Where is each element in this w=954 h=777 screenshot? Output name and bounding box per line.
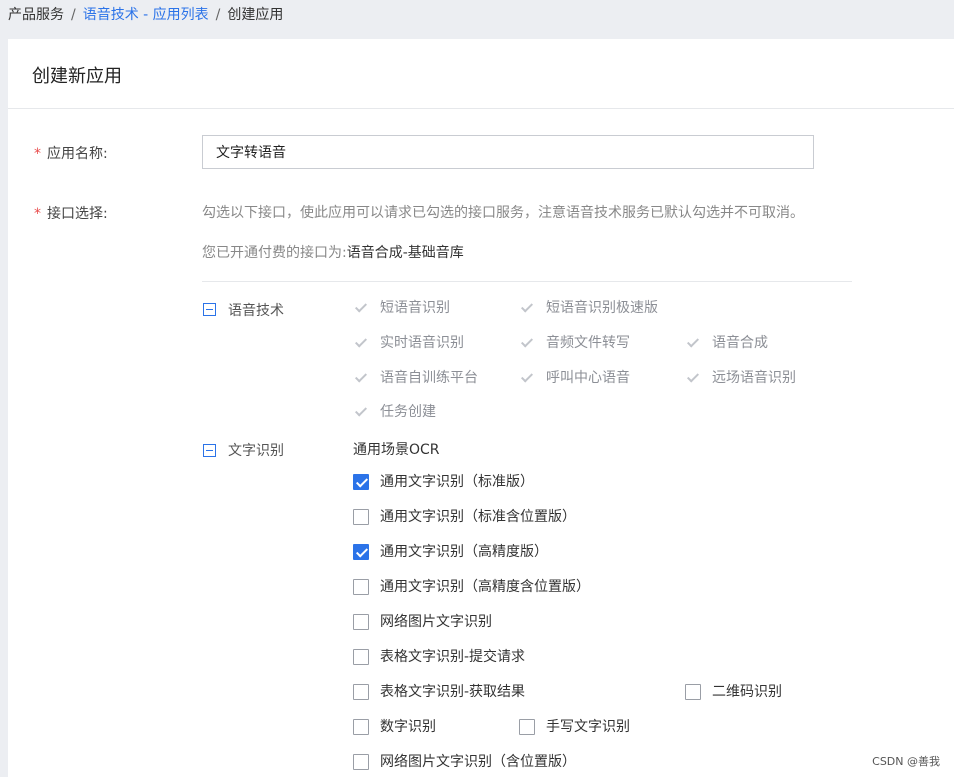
option-label: 短语音识别极速版: [546, 300, 658, 316]
breadcrumb-parent-link[interactable]: 语音技术 - 应用列表: [83, 7, 209, 23]
disabled-check-icon: [353, 370, 369, 386]
paid-api-value: 语音合成-基础音库: [346, 245, 464, 261]
checkbox-icon[interactable]: [685, 684, 701, 700]
speech-option: 任务创建: [353, 402, 436, 422]
paid-api-info: 您已开通付费的接口为:语音合成-基础音库: [202, 242, 464, 262]
disabled-check-icon: [685, 335, 701, 351]
panel-header: [8, 39, 954, 109]
disabled-check-icon: [685, 370, 701, 386]
option-label: 二维码识别: [712, 684, 782, 700]
disabled-check-icon: [519, 335, 535, 351]
disabled-check-icon: [519, 370, 535, 386]
ocr-option-checkbox[interactable]: 网络图片文字识别: [353, 612, 492, 632]
api-select-label-text: 接口选择:: [47, 206, 108, 222]
speech-option: 语音合成: [685, 333, 768, 353]
ocr-option-checkbox[interactable]: 通用文字识别（标准含位置版）: [353, 507, 576, 527]
csdn-watermark: CSDN @善我: [872, 755, 940, 768]
checkbox-checked-icon[interactable]: [353, 544, 369, 560]
option-label: 网络图片文字识别: [380, 614, 492, 630]
speech-option: 音频文件转写: [519, 333, 630, 353]
ocr-option-checkbox[interactable]: 手写文字识别: [519, 717, 630, 737]
option-label: 音频文件转写: [546, 335, 630, 351]
speech-option: 语音自训练平台: [353, 368, 478, 388]
speech-group-collapse-icon[interactable]: [203, 303, 216, 316]
checkbox-icon[interactable]: [353, 719, 369, 735]
speech-option: 呼叫中心语音: [519, 368, 630, 388]
option-label: 通用文字识别（标准版）: [380, 474, 534, 490]
ocr-option-checkbox[interactable]: 通用文字识别（高精度版）: [353, 542, 548, 562]
breadcrumb-current: 创建应用: [227, 7, 284, 23]
option-label: 表格文字识别-获取结果: [380, 684, 526, 700]
app-name-input[interactable]: [202, 135, 814, 169]
option-label: 网络图片文字识别（含位置版）: [380, 754, 576, 770]
checkbox-icon[interactable]: [353, 754, 369, 770]
ocr-subheading: 通用场景OCR: [353, 442, 440, 458]
speech-option: 短语音识别: [353, 298, 450, 318]
breadcrumb-home[interactable]: 产品服务: [8, 7, 64, 23]
checkbox-icon[interactable]: [353, 579, 369, 595]
required-mark: *: [34, 206, 41, 222]
ocr-group-label: 文字识别: [228, 443, 284, 459]
checkbox-icon[interactable]: [353, 614, 369, 630]
option-label: 呼叫中心语音: [546, 370, 630, 386]
breadcrumb-separator: /: [215, 7, 221, 23]
option-label: 数字识别: [380, 719, 436, 735]
ocr-option-checkbox[interactable]: 通用文字识别（标准版）: [353, 472, 534, 492]
speech-option: 远场语音识别: [685, 368, 796, 388]
speech-option: 短语音识别极速版: [519, 298, 658, 318]
option-label: 通用文字识别（高精度版）: [380, 544, 548, 560]
option-label: 实时语音识别: [380, 335, 464, 351]
ocr-option-checkbox[interactable]: 数字识别: [353, 717, 436, 737]
ocr-option-checkbox[interactable]: 表格文字识别-获取结果: [353, 682, 525, 702]
disabled-check-icon: [353, 300, 369, 316]
api-select-label: * 接口选择:: [34, 203, 108, 223]
ocr-option-checkbox[interactable]: 二维码识别: [685, 682, 782, 702]
app-name-label-text: 应用名称:: [47, 146, 108, 162]
required-mark: *: [34, 146, 41, 162]
checkbox-icon[interactable]: [519, 719, 535, 735]
disabled-check-icon: [353, 335, 369, 351]
option-label: 短语音识别: [380, 300, 450, 316]
api-select-hint: 勾选以下接口，使此应用可以请求已勾选的接口服务，注意语音技术服务已默认勾选并不可…: [202, 205, 804, 221]
option-label: 语音合成: [712, 335, 768, 351]
option-label: 任务创建: [380, 404, 436, 420]
breadcrumb: 产品服务 / 语音技术 - 应用列表 / 创建应用: [8, 4, 283, 26]
ocr-option-checkbox[interactable]: 通用文字识别（高精度含位置版）: [353, 577, 590, 597]
checkbox-icon[interactable]: [353, 684, 369, 700]
ocr-option-checkbox[interactable]: 表格文字识别-提交请求: [353, 647, 525, 667]
disabled-check-icon: [519, 300, 535, 316]
create-app-panel: 创建新应用 * 应用名称: * 接口选择: 勾选以下接口，使此应用可以请求已勾选的接…: [8, 39, 954, 777]
option-label: 远场语音识别: [712, 370, 796, 386]
section-divider: [202, 281, 852, 282]
speech-group-label: 语音技术: [228, 303, 284, 319]
option-label: 通用文字识别（标准含位置版）: [380, 509, 576, 525]
ocr-group-collapse-icon[interactable]: [203, 444, 216, 457]
disabled-check-icon: [353, 404, 369, 420]
paid-api-prefix: 您已开通付费的接口为:: [202, 245, 347, 261]
checkbox-checked-icon[interactable]: [353, 474, 369, 490]
option-label: 手写文字识别: [546, 719, 630, 735]
option-label: 通用文字识别（高精度含位置版）: [380, 579, 590, 595]
breadcrumb-separator: /: [71, 7, 76, 23]
ocr-option-checkbox[interactable]: 网络图片文字识别（含位置版）: [353, 752, 576, 772]
checkbox-icon[interactable]: [353, 509, 369, 525]
option-label: 语音自训练平台: [380, 370, 478, 386]
speech-option: 实时语音识别: [353, 333, 464, 353]
checkbox-icon[interactable]: [353, 649, 369, 665]
option-label: 表格文字识别-提交请求: [380, 649, 526, 665]
page-title: 创建新应用: [32, 66, 122, 87]
app-name-label: * 应用名称:: [34, 143, 108, 163]
